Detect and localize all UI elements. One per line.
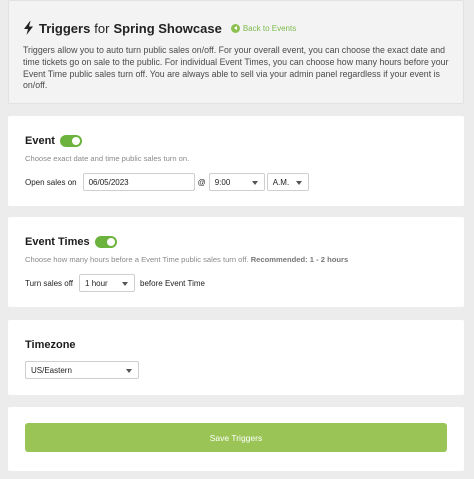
ampm-select[interactable]: A.M. bbox=[266, 173, 309, 191]
triggers-header-card: Triggers for Spring Showcase Back to Eve… bbox=[8, 0, 464, 104]
open-time-select[interactable]: 9:00 bbox=[208, 173, 265, 191]
before-event-time-label: before Event Time bbox=[140, 278, 205, 288]
open-date-value: 06/05/2023 bbox=[88, 177, 129, 187]
save-triggers-label: Save Triggers bbox=[209, 432, 263, 443]
event-toggle[interactable] bbox=[59, 135, 82, 147]
turn-sales-off-label: Turn sales off bbox=[25, 278, 74, 288]
at-symbol: @ bbox=[197, 177, 206, 187]
event-times-hint: Choose how many hours before a Event Tim… bbox=[25, 255, 464, 264]
open-sales-label: Open sales on bbox=[25, 177, 77, 187]
event-hint: Choose exact date and time public sales … bbox=[25, 154, 190, 163]
event-times-hint-text: Choose how many hours before a Event Tim… bbox=[25, 255, 249, 264]
hours-value: 1 hour bbox=[85, 278, 108, 288]
event-section-title: Event bbox=[25, 135, 55, 147]
event-section: Event Choose exact date and time public … bbox=[8, 116, 464, 206]
circle-arrow-left-icon bbox=[230, 23, 240, 33]
triggers-description: Triggers allow you to auto turn public s… bbox=[23, 45, 449, 91]
timezone-section: Timezone US/Eastern bbox=[8, 320, 464, 395]
save-triggers-button[interactable]: Save Triggers bbox=[25, 423, 447, 452]
event-name: Spring Showcase bbox=[113, 20, 222, 36]
open-date-input[interactable]: 06/05/2023 bbox=[82, 173, 195, 191]
hours-select[interactable]: 1 hour bbox=[79, 274, 136, 292]
ampm-value: A.M. bbox=[272, 177, 290, 187]
title-for: for bbox=[94, 20, 110, 36]
timezone-value: US/Eastern bbox=[31, 365, 72, 375]
page-title: Triggers for Spring Showcase Back to Eve… bbox=[23, 20, 449, 36]
back-to-events-link[interactable]: Back to Events bbox=[230, 23, 297, 33]
event-times-title: Event Times bbox=[25, 236, 90, 248]
bolt-icon bbox=[24, 21, 33, 35]
open-time-value: 9:00 bbox=[214, 177, 231, 187]
event-times-section: Event Times Choose how many hours before… bbox=[8, 217, 464, 307]
event-times-recommendation: Recommended: 1 - 2 hours bbox=[250, 255, 349, 264]
save-section: Save Triggers bbox=[8, 407, 464, 471]
back-link-label: Back to Events bbox=[242, 23, 297, 33]
event-times-toggle[interactable] bbox=[94, 236, 117, 248]
timezone-title: Timezone bbox=[25, 339, 76, 351]
timezone-select[interactable]: US/Eastern bbox=[25, 361, 139, 379]
title-prefix: Triggers bbox=[39, 20, 91, 36]
